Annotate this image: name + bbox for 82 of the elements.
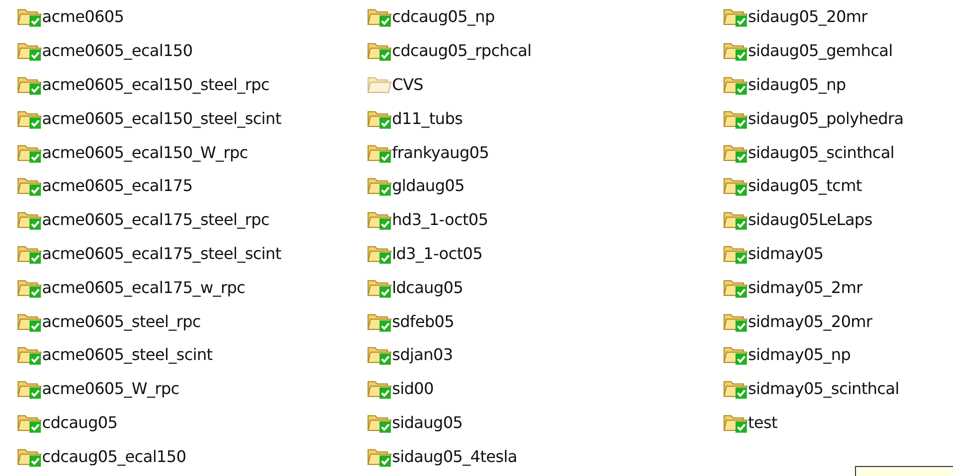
folder-name: CVS — [392, 74, 424, 94]
folder-item[interactable]: sid00 — [367, 372, 723, 406]
folder-item[interactable]: frankyaug05 — [367, 135, 723, 169]
folder-item[interactable]: acme0605_ecal150_steel_scint — [17, 101, 367, 136]
folder-item[interactable]: acme0605_steel_scint — [17, 338, 367, 372]
folder-item[interactable]: acme0605_ecal150 — [17, 34, 367, 68]
folder-item[interactable]: acme0605_ecal150_W_rpc — [17, 135, 367, 169]
folder-name: test — [748, 412, 778, 432]
folder-item[interactable]: sidaug05_gemhcal — [723, 34, 953, 68]
folder-item[interactable]: acme0605_W_rpc — [17, 372, 367, 406]
folder-name: sidmay05 — [748, 244, 824, 263]
folder-item[interactable]: sidaug05 — [367, 406, 723, 440]
folder-item[interactable]: sidaug05_scinthcal — [723, 135, 953, 169]
folder-name: sidmay05_np — [748, 345, 851, 364]
folder-name: cdcaug05_np — [392, 7, 495, 26]
folder-item[interactable]: sidmay05_np — [723, 338, 953, 372]
folder-name: sidaug05 — [392, 412, 463, 432]
folder-name: sidmay05_20mr — [748, 312, 872, 331]
folder-item[interactable]: sidmay05_20mr — [723, 304, 953, 338]
folder-name: sdfeb05 — [392, 312, 454, 331]
folder-item[interactable]: sidmay05 — [723, 236, 953, 270]
folder-item[interactable]: cdcaug05 — [17, 406, 367, 440]
folder-item[interactable]: CVS — [367, 68, 723, 102]
folder-name: acme0605_ecal175 — [42, 176, 193, 196]
folder-item[interactable]: d11_tubs — [367, 101, 723, 136]
folder-name: acme0605_steel_scint — [42, 345, 212, 364]
folder-item[interactable]: sidaug05_polyhedra — [723, 101, 953, 136]
folder-item[interactable]: sidaug05_tcmt — [723, 168, 953, 203]
folder-name: sidaug05_tcmt — [748, 176, 862, 196]
folder-name: acme0605_W_rpc — [42, 379, 180, 398]
folder-item[interactable]: acme0605_ecal175 — [17, 168, 367, 203]
folder-name: sidmay05_2mr — [748, 278, 862, 297]
folder-item[interactable]: sidmay05_scinthcal — [723, 372, 953, 406]
folder-name: sidaug05_polyhedra — [748, 108, 904, 128]
folder-item[interactable]: sdjan03 — [367, 338, 723, 372]
folder-item[interactable]: cdcaug05_np — [367, 0, 723, 34]
folder-item[interactable]: sidaug05_20mr — [723, 0, 953, 34]
folder-item[interactable]: acme0605 — [17, 0, 367, 34]
folder-item[interactable]: acme0605_ecal175_steel_scint — [17, 236, 367, 270]
folder-name: cdcaug05_rpchcal — [392, 41, 532, 60]
folder-name: sidaug05_gemhcal — [748, 41, 893, 60]
folder-item[interactable]: sidaug05_4tesla — [367, 439, 723, 474]
folder-name: acme0605_ecal175_steel_rpc — [42, 210, 270, 230]
folder-name: acme0605_ecal150_W_rpc — [42, 142, 248, 162]
folder-name: sidmay05_scinthcal — [748, 379, 900, 398]
folder-name: acme0605_ecal175_steel_scint — [42, 244, 282, 263]
folder-item[interactable]: cdcaug05_ecal150 — [17, 439, 367, 474]
folder-name: sidaug05_scinthcal — [748, 142, 894, 162]
folder-name: acme0605 — [42, 7, 124, 26]
folder-name: sidaug05_20mr — [748, 7, 868, 26]
folder-item[interactable]: gldaug05 — [367, 168, 723, 203]
folder-item[interactable]: acme0605_ecal175_w_rpc — [17, 270, 367, 304]
folder-item[interactable]: acme0605_ecal150_steel_rpc — [17, 68, 367, 102]
folder-item[interactable]: test — [723, 406, 953, 440]
folder-item[interactable]: sidaug05LeLaps — [723, 202, 953, 237]
folder-item[interactable]: ld3_1-oct05 — [367, 236, 723, 270]
folder-name: cdcaug05 — [42, 412, 118, 432]
folder-item[interactable]: ldcaug05 — [367, 270, 723, 304]
folder-name: acme0605_ecal150_steel_rpc — [42, 74, 270, 94]
folder-name: cdcaug05_ecal150 — [42, 446, 186, 466]
folder-name: ldcaug05 — [392, 278, 464, 297]
folder-name: acme0605_steel_rpc — [42, 312, 201, 331]
folder-name: frankyaug05 — [392, 142, 489, 162]
folder-item[interactable]: acme0605_steel_rpc — [17, 304, 367, 338]
folder-name: d11_tubs — [392, 108, 463, 128]
folder-name: acme0605_ecal150_steel_scint — [42, 108, 282, 128]
folder-name: hd3_1-oct05 — [392, 210, 488, 230]
folder-name: acme0605_ecal175_w_rpc — [42, 278, 246, 297]
folder-name: sidaug05LeLaps — [748, 210, 872, 230]
folder-name: sidaug05_np — [748, 74, 846, 94]
folder-name: sdjan03 — [392, 345, 453, 364]
folder-item[interactable]: sdfeb05 — [367, 304, 723, 338]
folder-item[interactable]: sidaug05_np — [723, 68, 953, 102]
folder-name: gldaug05 — [392, 176, 464, 196]
folder-item[interactable]: cdcaug05_rpchcal — [367, 34, 723, 68]
folder-name: acme0605_ecal150 — [42, 41, 193, 60]
folder-item[interactable]: acme0605_ecal175_steel_rpc — [17, 202, 367, 237]
folder-item[interactable]: sidmay05_2mr — [723, 270, 953, 304]
folder-item[interactable]: hd3_1-oct05 — [367, 202, 723, 237]
folder-name: sidaug05_4tesla — [392, 446, 518, 466]
folder-name: sid00 — [392, 379, 434, 398]
folder-name: ld3_1-oct05 — [392, 244, 482, 263]
